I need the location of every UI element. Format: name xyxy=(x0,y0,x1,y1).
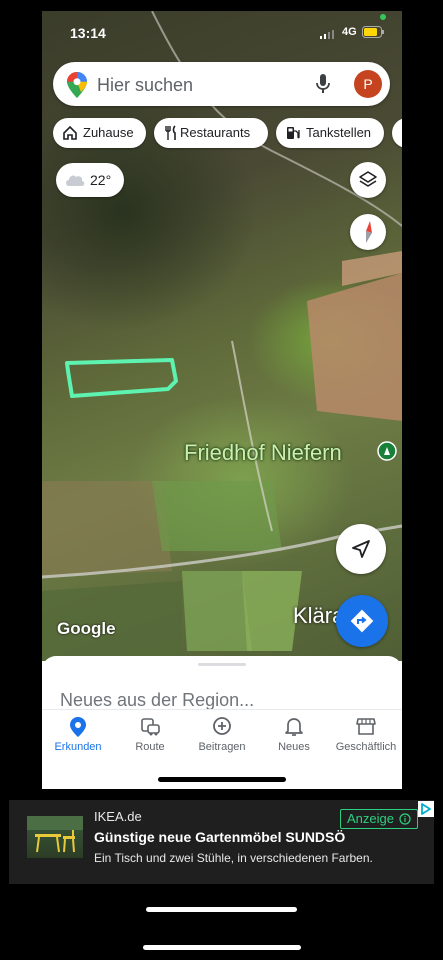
ad-badge-label: Anzeige xyxy=(347,811,394,826)
tab-route[interactable]: Route xyxy=(114,710,186,760)
garden-furniture-image xyxy=(27,816,83,853)
weather-temperature: 22° xyxy=(90,172,112,188)
directions-button[interactable] xyxy=(336,595,388,647)
chip-restaurants[interactable]: Restaurants xyxy=(154,118,268,148)
tab-label: Geschäftlich xyxy=(335,741,397,753)
outer-home-indicator xyxy=(146,907,297,912)
compass-icon xyxy=(366,221,372,243)
category-chips: Zuhause Restaurants Tankstellen xyxy=(53,118,402,148)
ad-banner[interactable]: IKEA.de Günstige neue Gartenmöbel SUNDSÖ… xyxy=(9,800,434,884)
storefront-icon xyxy=(356,718,376,735)
google-attribution: Google xyxy=(57,619,116,638)
ad-title[interactable]: Günstige neue Gartenmöbel SUNDSÖ xyxy=(94,829,345,845)
avatar-initial: P xyxy=(363,76,373,92)
ad-source[interactable]: IKEA.de xyxy=(94,809,142,824)
privacy-indicator-dot xyxy=(380,14,386,20)
poi-label-friedhof[interactable]: Friedhof Niefern xyxy=(184,440,342,466)
bottom-tab-bar: Erkunden Route Beitragen Neues Geschäftl… xyxy=(42,709,402,760)
network-type: 4G xyxy=(342,26,357,38)
phone-screen: 13:14 4G Hier suchen P Zuhause Restauran… xyxy=(42,11,402,789)
tab-label: Neues xyxy=(278,741,310,753)
chip-label: Zuhause xyxy=(83,125,134,140)
status-bar: 13:14 4G xyxy=(42,11,402,51)
map-annotation-stroke xyxy=(65,358,178,398)
weather-chip[interactable]: 22° xyxy=(56,163,124,197)
fork-knife-icon xyxy=(165,125,176,140)
chip-more[interactable] xyxy=(392,118,402,148)
car-transit-icon xyxy=(141,718,160,736)
ad-description: Ein Tisch und zwei Stühle, in verschiede… xyxy=(94,851,373,865)
search-input[interactable]: Hier suchen xyxy=(97,75,193,96)
search-bar[interactable]: Hier suchen P xyxy=(53,62,390,106)
chip-label: Tankstellen xyxy=(306,125,372,140)
bell-icon xyxy=(285,718,303,736)
tab-label: Route xyxy=(135,741,165,753)
tab-geschaeftlich[interactable]: Geschäftlich xyxy=(330,710,402,760)
ad-product-image xyxy=(27,816,83,858)
battery-icon xyxy=(362,26,384,38)
avatar[interactable]: P xyxy=(354,70,382,98)
home-icon xyxy=(63,125,77,140)
chip-tankstellen[interactable]: Tankstellen xyxy=(276,118,384,148)
gas-station-icon xyxy=(287,127,300,139)
plus-circle-icon xyxy=(213,717,231,735)
location-pin-icon xyxy=(70,717,86,737)
info-icon xyxy=(399,813,411,825)
home-indicator xyxy=(158,777,286,782)
cemetery-pin-icon[interactable] xyxy=(377,441,397,461)
microphone-icon[interactable] xyxy=(315,73,331,95)
layers-button[interactable] xyxy=(350,162,386,198)
my-location-button[interactable] xyxy=(336,524,386,574)
navigation-arrow-icon xyxy=(352,540,370,558)
maps-pin-logo-icon xyxy=(67,72,87,98)
adchoices-button[interactable] xyxy=(418,801,434,817)
compass-button[interactable] xyxy=(350,214,386,250)
tab-neues[interactable]: Neues xyxy=(258,710,330,760)
satellite-map[interactable]: 13:14 4G Hier suchen P Zuhause Restauran… xyxy=(42,11,402,661)
tab-label: Erkunden xyxy=(54,741,102,753)
layers-icon xyxy=(359,171,377,187)
status-time: 13:14 xyxy=(70,25,106,41)
cloud-icon xyxy=(66,175,85,186)
sheet-title: Neues aus der Region... xyxy=(60,690,255,710)
tab-erkunden[interactable]: Erkunden xyxy=(42,710,114,760)
tab-label: Beitragen xyxy=(198,741,246,753)
chip-zuhause[interactable]: Zuhause xyxy=(53,118,146,148)
signal-icon xyxy=(320,30,334,39)
tab-beitragen[interactable]: Beitragen xyxy=(186,710,258,760)
chip-label: Restaurants xyxy=(180,125,251,140)
directions-icon xyxy=(350,609,374,633)
adchoices-icon xyxy=(421,803,431,815)
device-home-indicator xyxy=(143,945,301,950)
ad-badge[interactable]: Anzeige xyxy=(340,809,418,829)
sheet-drag-handle[interactable] xyxy=(198,663,246,666)
